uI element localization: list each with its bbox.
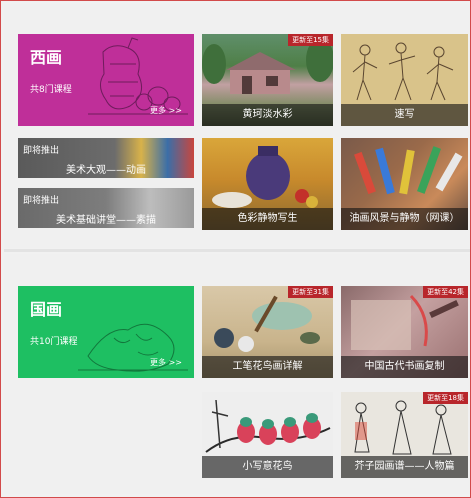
course-card-mustard-seed-figures[interactable]: 更新至18集 芥子园画谱——人物篇	[341, 392, 468, 478]
course-count: 共8门课程	[30, 85, 72, 95]
course-card-ancient-reproduction[interactable]: 更新至42集 中国古代书画复制	[341, 286, 468, 378]
course-count: 共10门课程	[30, 337, 78, 347]
section-title: 国画	[30, 300, 63, 319]
more-link[interactable]: 更多 >>	[150, 105, 182, 116]
episode-ribbon: 更新至15集	[288, 34, 333, 46]
chinese-painting-section: 国画 共10门课程 更多 >> 更新至31集 工笔花鸟画详解 更新至42集 中国…	[4, 254, 470, 494]
western-painting-section: 西画 共8门课程 更多 >> 即将推出 美术大观——动画 即将推出 美术基础讲堂…	[4, 4, 470, 248]
course-card-still-life-color[interactable]: 色彩静物写生	[202, 138, 333, 230]
course-card-xieyi-flowers[interactable]: 小写意花鸟	[202, 392, 333, 478]
section-title: 西画	[30, 48, 63, 67]
episode-ribbon: 更新至31集	[288, 286, 333, 298]
course-card-gongbi-flowers[interactable]: 更新至31集 工笔花鸟画详解	[202, 286, 333, 378]
course-label: 小写意花鸟	[202, 456, 333, 478]
course-card-watercolor[interactable]: 更新至15集 黄珂淡水彩	[202, 34, 333, 126]
section-divider	[4, 249, 470, 252]
course-label: 芥子园画谱——人物篇	[341, 456, 468, 478]
course-label: 黄珂淡水彩	[202, 104, 333, 126]
course-label: 速写	[341, 104, 468, 126]
more-link[interactable]: 更多 >>	[150, 357, 182, 368]
upcoming-tag: 即将推出	[23, 146, 60, 156]
course-label: 工笔花鸟画详解	[202, 356, 333, 378]
course-label: 色彩静物写生	[202, 208, 333, 230]
course-label: 中国古代书画复制	[341, 356, 468, 378]
upcoming-course-animation[interactable]: 即将推出 美术大观——动画	[18, 138, 194, 178]
upcoming-name: 美术基础讲堂——素描	[56, 215, 156, 226]
episode-ribbon: 更新至42集	[423, 286, 468, 298]
course-card-quick-sketch[interactable]: 速写	[341, 34, 468, 126]
western-painting-hero[interactable]: 西画 共8门课程 更多 >>	[18, 34, 194, 126]
upcoming-tag: 即将推出	[23, 196, 60, 206]
chinese-painting-hero[interactable]: 国画 共10门课程 更多 >>	[18, 286, 194, 378]
upcoming-name: 美术大观——动画	[66, 165, 146, 176]
course-label: 油画风景与静物（网课）	[341, 208, 468, 230]
course-card-oil-painting[interactable]: 油画风景与静物（网课）	[341, 138, 468, 230]
upcoming-course-sketch[interactable]: 即将推出 美术基础讲堂——素描	[18, 188, 194, 228]
episode-ribbon: 更新至18集	[423, 392, 468, 404]
